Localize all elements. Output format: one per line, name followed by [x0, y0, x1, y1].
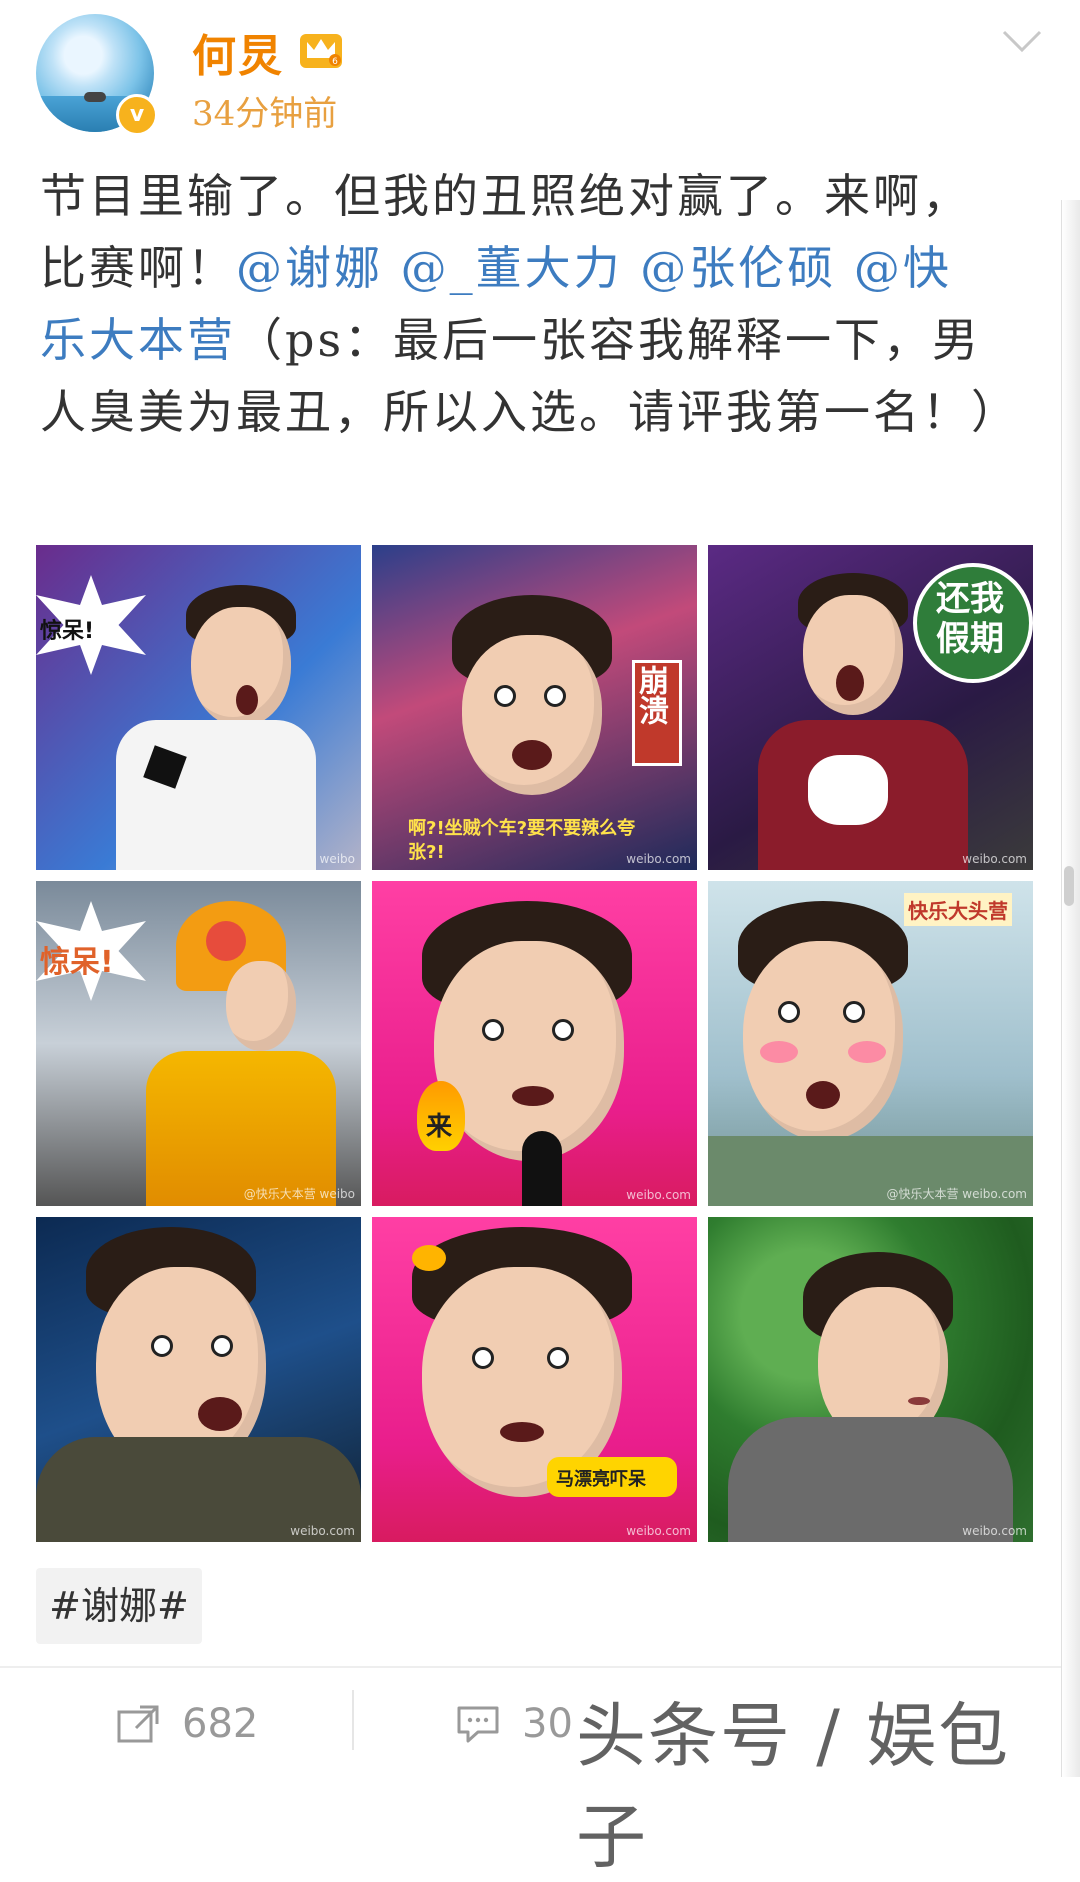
image-caption: 来	[426, 1112, 453, 1142]
mention-link[interactable]: @_董大力	[401, 241, 623, 295]
crown-member-icon: 6	[300, 34, 342, 68]
image-thumbnail[interactable]: weibo.com	[708, 1217, 1033, 1542]
image-caption: 崩溃	[633, 665, 668, 725]
image-watermark: weibo.com	[962, 1524, 1027, 1538]
image-watermark: weibo.com	[626, 852, 691, 866]
image-thumbnail[interactable]: 来 weibo.com	[372, 881, 697, 1206]
mention-link[interactable]: @谢娜	[236, 241, 383, 295]
image-watermark: weibo.com	[962, 852, 1027, 866]
image-watermark: @快乐大本营 weibo	[243, 1187, 355, 1201]
comment-icon	[457, 1706, 499, 1743]
screen-edge	[1061, 200, 1080, 1777]
repost-count: 682	[182, 1701, 259, 1747]
hashtag-chip[interactable]: #谢娜#	[36, 1568, 202, 1644]
mention-link[interactable]: @张伦硕	[640, 241, 836, 295]
image-watermark: weibo.com	[626, 1188, 691, 1202]
image-grid: 惊呆! weibo 崩溃 啊?!坐贼个车?要不要辣么夸张?! weibo.com…	[36, 545, 1040, 1542]
image-thumbnail[interactable]: weibo.com	[36, 1217, 361, 1542]
comment-count: 30	[522, 1701, 573, 1747]
image-thumbnail[interactable]: 惊呆! weibo	[36, 545, 361, 870]
svg-text:6: 6	[332, 57, 338, 67]
chevron-down-icon[interactable]	[1000, 26, 1044, 56]
divider	[0, 1666, 1062, 1668]
username[interactable]: 何炅	[192, 20, 284, 84]
image-thumbnail[interactable]: 快乐大头营 @快乐大本营 weibo.com	[708, 881, 1033, 1206]
post-time: 34分钟前	[192, 94, 338, 134]
image-caption: 惊呆!	[40, 945, 114, 980]
verified-icon: v	[116, 94, 158, 136]
post-text: 节目里输了。但我的丑照绝对赢了。来啊，比赛啊！@谢娜 @_董大力 @张伦硕 @快…	[40, 160, 1017, 448]
image-caption: 快乐大头营	[904, 893, 1012, 926]
image-watermark: weibo	[319, 852, 356, 866]
image-caption: 惊呆!	[40, 619, 95, 644]
watermark-text: 头条号 / 娱包子	[576, 1695, 1011, 1878]
image-watermark: weibo.com	[626, 1524, 691, 1538]
image-watermark: @快乐大本营 weibo.com	[886, 1187, 1027, 1201]
scrollbar-thumb[interactable]	[1064, 866, 1074, 906]
action-separator	[352, 1690, 354, 1750]
image-thumbnail[interactable]: 马漂亮吓呆 weibo.com	[372, 1217, 697, 1542]
repost-icon	[117, 1705, 159, 1743]
repost-button[interactable]: 682	[116, 1696, 258, 1752]
comment-button[interactable]: 30	[456, 1696, 573, 1752]
image-caption: 马漂亮吓呆	[556, 1469, 646, 1490]
image-caption: 还我假期	[936, 579, 1004, 659]
image-thumbnail[interactable]: 还我假期 weibo.com	[708, 545, 1033, 870]
image-watermark: weibo.com	[290, 1524, 355, 1538]
image-thumbnail[interactable]: 崩溃 啊?!坐贼个车?要不要辣么夸张?! weibo.com	[372, 545, 697, 870]
post-header: v 何炅 6 34分钟前	[0, 0, 1080, 150]
image-thumbnail[interactable]: 惊呆! @快乐大本营 weibo	[36, 881, 361, 1206]
